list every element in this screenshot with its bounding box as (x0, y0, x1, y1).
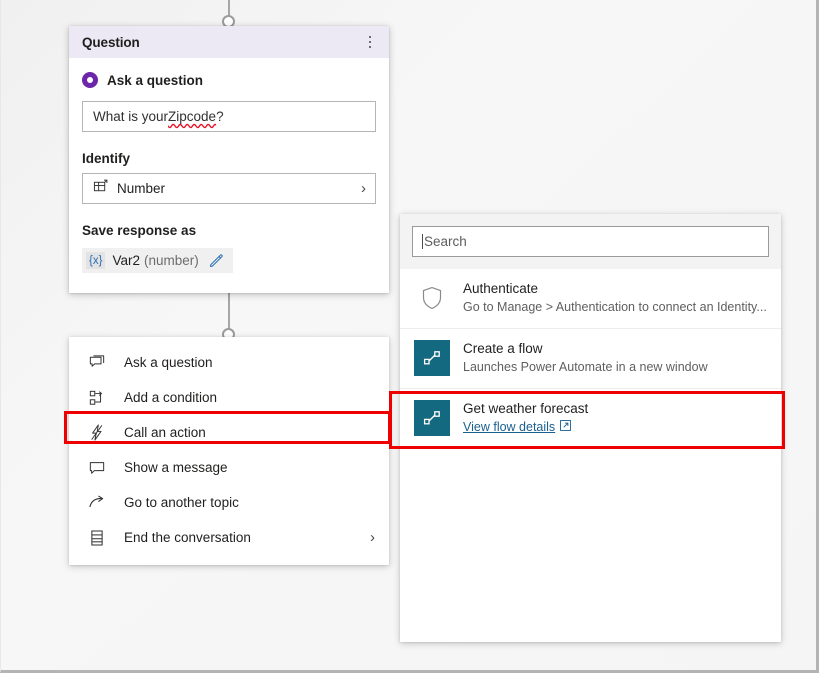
menu-item-add-a-condition[interactable]: Add a condition (69, 380, 389, 415)
view-flow-details-label: View flow details (463, 420, 556, 435)
kebab-menu-icon[interactable] (361, 31, 379, 53)
chevron-right-icon[interactable]: › (361, 181, 366, 196)
question-card-title: Question (82, 34, 140, 50)
lightning-bolt-icon (88, 424, 106, 441)
action-item-authenticate[interactable]: Authenticate Go to Manage > Authenticati… (400, 269, 781, 329)
condition-icon (88, 390, 106, 406)
entity-number-icon (93, 179, 108, 199)
screenshot-root: Question Ask a question What is your Zip… (0, 0, 819, 673)
view-flow-details-link[interactable]: View flow details (463, 418, 572, 437)
search-container: Search (400, 214, 781, 269)
menu-item-call-an-action[interactable]: Call an action (69, 415, 389, 450)
pencil-icon[interactable] (209, 253, 224, 268)
action-picker-panel[interactable]: Search Authenticate Go to Manage > Authe… (400, 214, 781, 642)
menu-item-ask-a-question[interactable]: Ask a question (69, 345, 389, 380)
flow-tile (414, 340, 450, 377)
action-item-title: Get weather forecast (463, 400, 589, 416)
text-caret (422, 234, 423, 249)
menu-item-label: Add a condition (124, 390, 218, 405)
flow-tile (414, 400, 450, 437)
menu-item-show-a-message[interactable]: Show a message (69, 450, 389, 485)
question-text-input[interactable]: What is your Zipcode? (82, 101, 376, 132)
action-item-create-a-flow[interactable]: Create a flow Launches Power Automate in… (400, 329, 781, 389)
menu-item-end-the-conversation[interactable]: End the conversation › (69, 520, 389, 555)
shield-icon (414, 286, 450, 310)
action-item-subtitle: Go to Manage > Authentication to connect… (463, 300, 767, 315)
question-node-card[interactable]: Question Ask a question What is your Zip… (69, 26, 389, 294)
message-icon (88, 460, 106, 476)
flow-icon (414, 400, 450, 437)
external-link-icon (560, 418, 572, 437)
variable-name: Var2 (112, 253, 140, 269)
question-card-body: Ask a question What is your Zipcode? Ide… (69, 58, 389, 293)
menu-item-label: End the conversation (124, 530, 251, 545)
node-action-menu[interactable]: Ask a question Add a condition Call an a… (69, 337, 389, 565)
action-item-title: Authenticate (463, 281, 539, 296)
ask-question-icon (88, 354, 106, 371)
menu-item-label: Go to another topic (124, 495, 239, 510)
menu-item-label: Ask a question (124, 355, 213, 370)
question-text-prefix: What is your (93, 109, 169, 124)
variable-token-icon: {x} (86, 252, 106, 270)
ask-a-question-label: Ask a question (107, 72, 204, 88)
radio-selected-icon[interactable] (82, 72, 98, 88)
action-item-get-weather-forecast[interactable]: Get weather forecast View flow details (400, 389, 781, 449)
action-item-text: Create a flow Launches Power Automate in… (463, 340, 708, 377)
search-input[interactable]: Search (412, 226, 769, 257)
question-card-header: Question (69, 26, 389, 58)
action-item-text: Get weather forecast View flow details (463, 400, 588, 437)
ask-a-question-option[interactable]: Ask a question (82, 72, 376, 88)
flow-icon (414, 340, 450, 377)
identify-entity-value: Number (117, 181, 166, 196)
end-conversation-icon (88, 529, 106, 546)
arrow-redirect-icon (88, 495, 106, 510)
action-item-title: Create a flow (463, 340, 543, 356)
menu-item-go-to-another-topic[interactable]: Go to another topic (69, 485, 389, 520)
menu-item-label: Show a message (124, 460, 228, 475)
variable-type: (number) (143, 253, 199, 269)
identify-label: Identify (82, 151, 131, 166)
action-item-text: Authenticate Go to Manage > Authenticati… (463, 280, 767, 317)
search-placeholder: Search (424, 234, 467, 249)
identify-entity-select[interactable]: Number › (82, 173, 376, 204)
action-item-subtitle: Launches Power Automate in a new window (463, 360, 708, 375)
menu-item-label: Call an action (124, 425, 206, 440)
chevron-right-icon[interactable]: › (370, 530, 375, 545)
question-text-misspelled: Zipcode (168, 109, 217, 124)
save-response-label: Save response as (82, 223, 197, 238)
question-text-suffix: ? (216, 109, 224, 124)
connector-line-middle (228, 290, 230, 330)
variable-chip[interactable]: {x} Var2 (number) (82, 248, 233, 274)
